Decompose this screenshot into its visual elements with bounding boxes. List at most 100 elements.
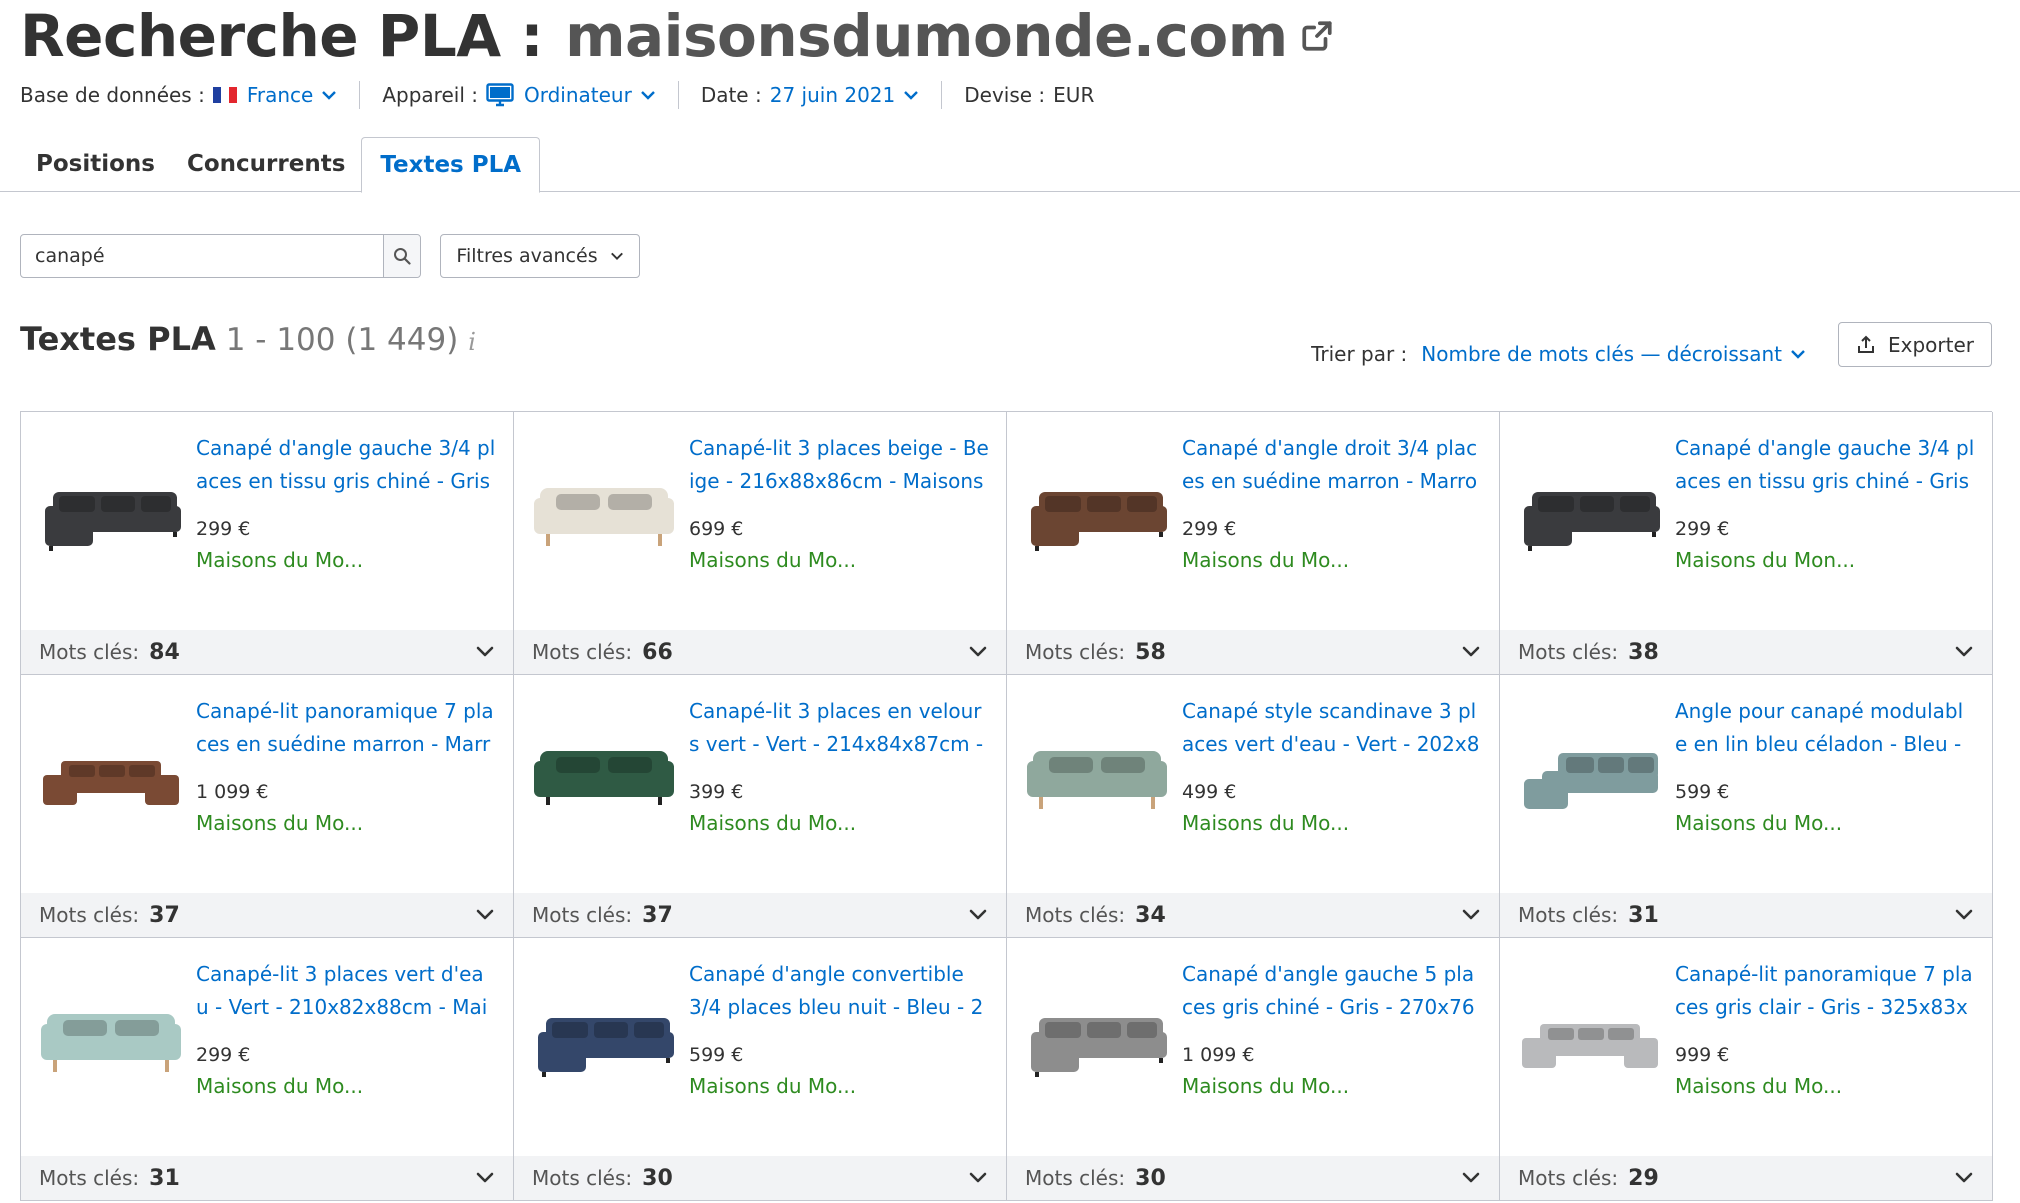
keywords-footer[interactable]: Mots clés: 58 bbox=[1007, 630, 1499, 674]
date-selector[interactable]: Date : 27 juin 2021 bbox=[701, 83, 919, 107]
product-price: 299 € bbox=[1182, 518, 1237, 540]
list-header: Textes PLA 1 - 100 (1 449) i bbox=[20, 320, 476, 370]
keywords-footer[interactable]: Mots clés: 38 bbox=[1500, 630, 1992, 674]
keywords-footer[interactable]: Mots clés: 31 bbox=[1500, 893, 1992, 937]
product-grid: Canapé d'angle gauche 3/4 places en tiss… bbox=[20, 411, 1993, 1201]
product-image[interactable] bbox=[1025, 980, 1169, 1090]
product-title-link[interactable]: Canapé-lit 3 places en velours vert - Ve… bbox=[689, 695, 989, 761]
keywords-footer[interactable]: Mots clés: 34 bbox=[1007, 893, 1499, 937]
chevron-down-icon[interactable] bbox=[475, 643, 495, 661]
keywords-count: 66 bbox=[642, 639, 673, 665]
product-shop: Maisons du Mo... bbox=[1182, 548, 1350, 572]
product-title-link[interactable]: Canapé-lit 3 places vert d'eau - Vert - … bbox=[196, 958, 496, 1024]
product-image[interactable] bbox=[532, 717, 676, 827]
product-shop: Maisons du Mo... bbox=[1182, 1074, 1350, 1098]
product-title-link[interactable]: Canapé-lit panoramique 7 places en suédi… bbox=[196, 695, 496, 761]
search-button[interactable] bbox=[383, 235, 420, 277]
chevron-down-icon[interactable] bbox=[1461, 643, 1481, 661]
product-price: 1 099 € bbox=[1182, 1044, 1255, 1066]
product-title-link[interactable]: Canapé d'angle gauche 5 places gris chin… bbox=[1182, 958, 1482, 1024]
product-image[interactable] bbox=[1025, 454, 1169, 564]
keywords-count: 31 bbox=[149, 1165, 180, 1191]
product-title-link[interactable]: Angle pour canapé modulable en lin bleu … bbox=[1675, 695, 1975, 761]
database-label: Base de données : bbox=[20, 83, 205, 107]
advanced-filters-button[interactable]: Filtres avancés bbox=[440, 234, 640, 278]
chevron-down-icon[interactable] bbox=[968, 643, 988, 661]
device-selector[interactable]: Appareil : Ordinateur bbox=[382, 83, 655, 107]
chevron-down-icon[interactable] bbox=[968, 1169, 988, 1187]
product-price: 399 € bbox=[689, 781, 744, 803]
chevron-down-icon[interactable] bbox=[1954, 906, 1974, 924]
product-card: Canapé style scandinave 3 places vert d'… bbox=[1007, 675, 1500, 938]
chevron-down-icon[interactable] bbox=[475, 906, 495, 924]
product-image[interactable] bbox=[1518, 717, 1662, 827]
keywords-label: Mots clés: bbox=[1518, 903, 1619, 927]
product-shop: Maisons du Mon... bbox=[1675, 548, 1856, 572]
tab-concurrents[interactable]: Concurrents bbox=[171, 136, 361, 192]
product-title-link[interactable]: Canapé-lit panoramique 7 places gris cla… bbox=[1675, 958, 1975, 1024]
keywords-footer[interactable]: Mots clés: 31 bbox=[21, 1156, 513, 1200]
product-title-link[interactable]: Canapé d'angle gauche 3/4 places en tiss… bbox=[196, 432, 496, 498]
sort-control: Trier par : Nombre de mots clés — décroi… bbox=[1311, 336, 1806, 372]
tab-positions[interactable]: Positions bbox=[20, 136, 171, 192]
product-title-link[interactable]: Canapé d'angle convertible 3/4 places bl… bbox=[689, 958, 989, 1024]
product-image[interactable] bbox=[1518, 454, 1662, 564]
keywords-label: Mots clés: bbox=[1518, 640, 1619, 664]
export-label: Exporter bbox=[1888, 332, 1974, 357]
chevron-down-icon[interactable] bbox=[1461, 906, 1481, 924]
product-title-link[interactable]: Canapé d'angle droit 3/4 places en suédi… bbox=[1182, 432, 1482, 498]
product-price: 999 € bbox=[1675, 1044, 1730, 1066]
page-header: Recherche PLA : maisonsdumonde.com bbox=[20, 2, 1334, 70]
product-image[interactable] bbox=[39, 717, 183, 827]
device-value-wrap[interactable]: Ordinateur bbox=[486, 83, 656, 107]
product-card: Canapé-lit panoramique 7 places en suédi… bbox=[21, 675, 514, 938]
chevron-down-icon bbox=[610, 252, 623, 260]
product-card: Canapé-lit panoramique 7 places gris cla… bbox=[1500, 938, 1993, 1201]
keywords-footer[interactable]: Mots clés: 66 bbox=[514, 630, 1006, 674]
product-image[interactable] bbox=[1518, 980, 1662, 1090]
product-image[interactable] bbox=[39, 980, 183, 1090]
database-value-wrap[interactable]: France bbox=[212, 83, 338, 107]
chevron-down-icon[interactable] bbox=[1461, 1169, 1481, 1187]
keywords-count: 34 bbox=[1135, 902, 1166, 928]
date-value-wrap[interactable]: 27 juin 2021 bbox=[770, 83, 920, 107]
product-title-link[interactable]: Canapé-lit 3 places beige - Beige - 216x… bbox=[689, 432, 989, 498]
product-card: Canapé-lit 3 places vert d'eau - Vert - … bbox=[21, 938, 514, 1201]
product-title-link[interactable]: Canapé d'angle gauche 3/4 places en tiss… bbox=[1675, 432, 1975, 498]
product-price: 599 € bbox=[689, 1044, 744, 1066]
product-image[interactable] bbox=[532, 454, 676, 564]
chevron-down-icon[interactable] bbox=[475, 1169, 495, 1187]
external-link-icon[interactable] bbox=[1300, 19, 1334, 53]
database-value: France bbox=[246, 83, 314, 107]
keywords-footer[interactable]: Mots clés: 30 bbox=[1007, 1156, 1499, 1200]
product-image[interactable] bbox=[1025, 717, 1169, 827]
product-price: 699 € bbox=[689, 518, 744, 540]
product-image[interactable] bbox=[532, 980, 676, 1090]
keywords-footer[interactable]: Mots clés: 37 bbox=[514, 893, 1006, 937]
search-input[interactable] bbox=[21, 235, 383, 277]
keywords-footer[interactable]: Mots clés: 30 bbox=[514, 1156, 1006, 1200]
keywords-label: Mots clés: bbox=[532, 640, 633, 664]
keywords-count: 30 bbox=[1135, 1165, 1166, 1191]
export-button[interactable]: Exporter bbox=[1838, 322, 1992, 367]
chevron-down-icon bbox=[322, 91, 337, 100]
product-price: 299 € bbox=[196, 1044, 251, 1066]
chevron-down-icon[interactable] bbox=[1954, 643, 1974, 661]
chevron-down-icon[interactable] bbox=[1954, 1169, 1974, 1187]
keywords-count: 38 bbox=[1628, 639, 1659, 665]
sort-dropdown[interactable]: Nombre de mots clés — décroissant bbox=[1421, 342, 1806, 366]
database-selector[interactable]: Base de données : France bbox=[20, 83, 337, 107]
currency-value: EUR bbox=[1053, 83, 1095, 107]
product-image[interactable] bbox=[39, 454, 183, 564]
info-icon[interactable]: i bbox=[468, 328, 476, 356]
chevron-down-icon[interactable] bbox=[968, 906, 988, 924]
tab-textes-pla[interactable]: Textes PLA bbox=[361, 137, 541, 193]
france-flag-icon bbox=[212, 87, 237, 103]
date-value: 27 juin 2021 bbox=[769, 83, 896, 107]
product-shop: Maisons du Mo... bbox=[196, 811, 364, 835]
keywords-footer[interactable]: Mots clés: 29 bbox=[1500, 1156, 1992, 1200]
keywords-label: Mots clés: bbox=[532, 903, 633, 927]
keywords-footer[interactable]: Mots clés: 37 bbox=[21, 893, 513, 937]
keywords-footer[interactable]: Mots clés: 84 bbox=[21, 630, 513, 674]
product-title-link[interactable]: Canapé style scandinave 3 places vert d'… bbox=[1182, 695, 1482, 761]
